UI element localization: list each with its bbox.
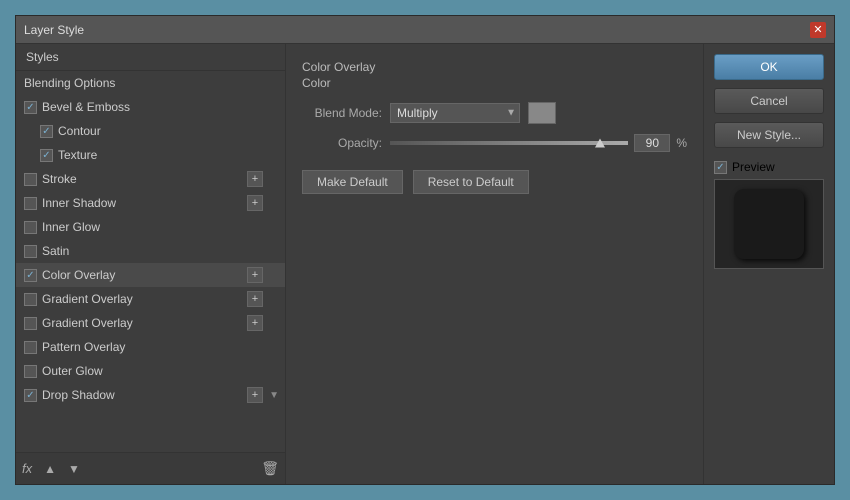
blend-mode-row: Blend Mode: Multiply Normal Screen Overl… [302, 102, 687, 124]
actions-panel: OK Cancel New Style... Preview [704, 44, 834, 484]
sidebar-item-color-overlay[interactable]: Color Overlay + [16, 263, 285, 287]
checkbox-inner-glow[interactable] [24, 221, 37, 234]
item-label-gradient-overlay-2: Gradient Overlay [42, 316, 133, 330]
plus-btn-stroke[interactable]: + [247, 171, 263, 187]
new-style-button[interactable]: New Style... [714, 122, 824, 148]
scroll-indicator-drop-shadow: ▼ [269, 390, 279, 401]
preview-shape [734, 189, 804, 259]
preview-box [714, 179, 824, 269]
ok-button[interactable]: OK [714, 54, 824, 80]
delete-button[interactable]: 🗑 [261, 460, 279, 477]
styles-toolbar: fx ▲ ▼ 🗑 [16, 452, 285, 484]
slider-thumb [595, 139, 605, 148]
sidebar-item-gradient-overlay-1[interactable]: Gradient Overlay + [16, 287, 285, 311]
color-swatch[interactable] [528, 102, 556, 124]
sidebar-item-texture[interactable]: Texture [16, 143, 285, 167]
section-subtitle: Color [302, 76, 687, 90]
checkbox-texture[interactable] [40, 149, 53, 162]
checkbox-contour[interactable] [40, 125, 53, 138]
styles-panel: Styles Blending Options Bevel & Emboss C… [16, 44, 286, 484]
item-label-gradient-overlay-1: Gradient Overlay [42, 292, 133, 306]
options-panel: Color Overlay Color Blend Mode: Multiply… [286, 44, 704, 484]
fx-label: fx [22, 461, 32, 476]
plus-btn-gradient-overlay-1[interactable]: + [247, 291, 263, 307]
checkbox-gradient-overlay-2[interactable] [24, 317, 37, 330]
item-label-contour: Contour [58, 124, 101, 138]
item-label-drop-shadow: Drop Shadow [42, 388, 115, 402]
blend-mode-label: Blend Mode: [302, 106, 382, 120]
styles-list: Blending Options Bevel & Emboss Contour … [16, 71, 285, 452]
preview-label-row: Preview [714, 160, 824, 174]
item-label-bevel-emboss: Bevel & Emboss [42, 100, 130, 114]
checkbox-satin[interactable] [24, 245, 37, 258]
item-label-outer-glow: Outer Glow [42, 364, 103, 378]
checkbox-stroke[interactable] [24, 173, 37, 186]
opacity-input[interactable] [634, 134, 670, 152]
item-label-texture: Texture [58, 148, 97, 162]
dialog-title: Layer Style [24, 23, 84, 37]
item-label-color-overlay: Color Overlay [42, 268, 115, 282]
plus-btn-gradient-overlay-2[interactable]: + [247, 315, 263, 331]
sidebar-item-gradient-overlay-2[interactable]: Gradient Overlay + [16, 311, 285, 335]
opacity-label: Opacity: [302, 136, 382, 150]
sidebar-item-stroke[interactable]: Stroke + [16, 167, 285, 191]
item-label-satin: Satin [42, 244, 69, 258]
sidebar-item-blending-options[interactable]: Blending Options [16, 71, 285, 95]
checkbox-bevel-emboss[interactable] [24, 101, 37, 114]
sidebar-item-inner-shadow[interactable]: Inner Shadow + [16, 191, 285, 215]
opacity-row: Opacity: % [302, 134, 687, 152]
sidebar-item-outer-glow[interactable]: Outer Glow [16, 359, 285, 383]
plus-btn-drop-shadow[interactable]: + [247, 387, 263, 403]
item-label-stroke: Stroke [42, 172, 77, 186]
reset-default-button[interactable]: Reset to Default [413, 170, 529, 194]
item-label: Blending Options [24, 76, 115, 90]
blend-mode-select[interactable]: Multiply Normal Screen Overlay [390, 103, 520, 123]
opacity-slider-track[interactable] [390, 141, 628, 145]
section-title: Color Overlay [302, 60, 687, 74]
item-label-inner-shadow: Inner Shadow [42, 196, 116, 210]
item-label-inner-glow: Inner Glow [42, 220, 100, 234]
layer-style-dialog: Layer Style ✕ Styles Blending Options Be… [15, 15, 835, 485]
plus-btn-color-overlay[interactable]: + [247, 267, 263, 283]
dialog-body: Styles Blending Options Bevel & Emboss C… [16, 44, 834, 484]
checkbox-inner-shadow[interactable] [24, 197, 37, 210]
opacity-slider-wrap: % [390, 134, 687, 152]
preview-section: Preview [714, 160, 824, 269]
preview-checkbox[interactable] [714, 161, 727, 174]
checkbox-pattern-overlay[interactable] [24, 341, 37, 354]
move-up-button[interactable]: ▲ [40, 460, 60, 478]
checkbox-color-overlay[interactable] [24, 269, 37, 282]
preview-label: Preview [732, 160, 775, 174]
cancel-button[interactable]: Cancel [714, 88, 824, 114]
percent-label: % [676, 136, 687, 150]
close-button[interactable]: ✕ [810, 22, 826, 38]
item-label-pattern-overlay: Pattern Overlay [42, 340, 125, 354]
sidebar-item-contour[interactable]: Contour [16, 119, 285, 143]
sidebar-item-drop-shadow[interactable]: Drop Shadow + ▼ [16, 383, 285, 407]
styles-header: Styles [16, 44, 285, 71]
make-default-button[interactable]: Make Default [302, 170, 403, 194]
checkbox-outer-glow[interactable] [24, 365, 37, 378]
move-down-button[interactable]: ▼ [64, 460, 84, 478]
sidebar-item-pattern-overlay[interactable]: Pattern Overlay [16, 335, 285, 359]
sidebar-item-bevel-emboss[interactable]: Bevel & Emboss [16, 95, 285, 119]
title-bar: Layer Style ✕ [16, 16, 834, 44]
defaults-btn-row: Make Default Reset to Default [302, 170, 687, 194]
plus-btn-inner-shadow[interactable]: + [247, 195, 263, 211]
checkbox-gradient-overlay-1[interactable] [24, 293, 37, 306]
sidebar-item-satin[interactable]: Satin [16, 239, 285, 263]
blend-mode-select-wrap: Multiply Normal Screen Overlay ▼ [390, 103, 520, 123]
checkbox-drop-shadow[interactable] [24, 389, 37, 402]
sidebar-item-inner-glow[interactable]: Inner Glow [16, 215, 285, 239]
